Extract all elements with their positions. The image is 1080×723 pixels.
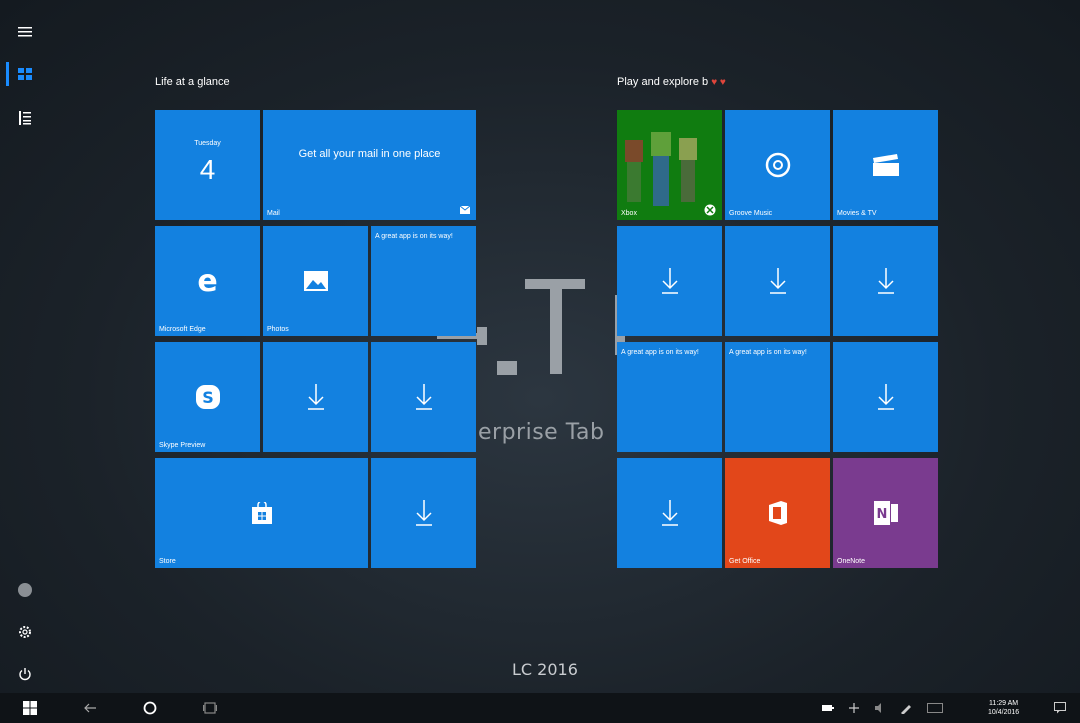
download-arrow-icon [661,500,678,526]
background-year: LC 2016 [512,660,578,679]
network-icon[interactable] [844,693,864,723]
back-arrow-icon[interactable] [78,693,102,723]
volume-icon[interactable] [870,693,890,723]
downloading-tile[interactable] [371,342,476,452]
group-title-play-text: Play and explore b [617,76,709,88]
groove-music-tile[interactable]: Groove Music [725,110,830,220]
downloading-tile[interactable] [833,342,938,452]
edge-icon: e [197,263,218,299]
get-office-tile[interactable]: Get Office [725,458,830,568]
photos-tile[interactable]: Photos [263,226,368,336]
skype-icon: S [195,385,220,409]
cortana-search-icon[interactable] [138,693,162,723]
placeholder-note: A great app is on its way! [729,349,807,356]
store-bag-icon [251,502,272,524]
photos-icon [303,271,328,291]
keyboard-icon[interactable] [922,693,948,723]
office-logo-icon [768,501,787,525]
taskbar: 11:29 AM 10/4/2016 [0,693,1080,723]
skype-tile-label: Skype Preview [159,442,206,449]
movies-tile-label: Movies & TV [837,210,877,217]
mail-icon [460,206,470,214]
download-arrow-icon [877,268,894,294]
office-tile-label: Get Office [729,558,761,565]
download-arrow-icon [415,500,432,526]
onenote-tile-label: OneNote [837,558,866,565]
downloading-tile[interactable] [371,458,476,568]
avatar-circle [18,583,32,597]
placeholder-app-tile[interactable]: A great app is on its way! [617,342,722,452]
action-center-icon[interactable] [1048,693,1072,723]
skype-tile[interactable]: S Skype Preview [155,342,260,452]
user-avatar[interactable] [0,570,50,610]
svg-text:S: S [202,388,214,407]
xbox-tile[interactable]: Xbox [617,110,722,220]
windows-start-icon[interactable] [18,693,42,723]
downloading-tile[interactable] [617,458,722,568]
calendar-tile[interactable]: Tuesday 4 [155,110,260,220]
download-arrow-icon [877,384,894,410]
svg-text:N: N [876,507,887,522]
movies-tv-tile[interactable]: Movies & TV [833,110,938,220]
placeholder-app-tile[interactable]: A great app is on its way! [371,226,476,336]
mail-tile-label: Mail [267,210,280,217]
mail-tile-message: Get all your mail in one place [298,148,441,160]
hamburger-menu-icon[interactable] [0,12,50,52]
store-tile-label: Store [159,558,176,565]
download-arrow-icon [661,268,678,294]
edge-tile[interactable]: e Microsoft Edge [155,226,260,336]
groove-tile-label: Groove Music [729,210,773,217]
emoji-icon: ♥ ♥ [711,77,726,88]
onenote-logo-icon: N [873,501,898,525]
downloading-tile[interactable] [833,226,938,336]
calendar-day: Tuesday [194,140,221,147]
download-arrow-icon [415,384,432,410]
background-text: erprise Tab [478,420,605,445]
clock-date: 10/4/2016 [988,709,1020,716]
mail-tile[interactable]: Get all your mail in one place Mail [263,110,476,220]
placeholder-note: A great app is on its way! [375,233,453,240]
download-arrow-icon [769,268,786,294]
settings-gear-icon[interactable] [0,612,50,652]
downloading-tile[interactable] [263,342,368,452]
pen-icon[interactable] [896,693,916,723]
clapperboard-icon [872,154,899,176]
store-tile[interactable]: Store [155,458,368,568]
edge-tile-label: Microsoft Edge [159,326,206,333]
power-icon[interactable] [0,654,50,694]
clock[interactable]: 11:29 AM 10/4/2016 [988,699,1019,717]
all-tiles-icon[interactable] [0,54,50,94]
clock-time: 11:29 AM [989,700,1019,707]
download-arrow-icon [307,384,324,410]
group-title-play[interactable]: Play and explore b ♥ ♥ [617,76,726,88]
battery-icon[interactable] [818,693,838,723]
calendar-date-number: 4 [199,154,216,185]
photos-tile-label: Photos [267,326,289,333]
all-apps-list-icon[interactable] [0,98,50,138]
group-title-life[interactable]: Life at a glance [155,76,230,88]
xbox-logo-icon [704,204,716,216]
task-view-icon[interactable] [198,693,222,723]
onenote-tile[interactable]: N OneNote [833,458,938,568]
downloading-tile[interactable] [725,226,830,336]
xbox-tile-label: Xbox [621,210,637,217]
placeholder-app-tile[interactable]: A great app is on its way! [725,342,830,452]
start-left-rail [0,8,50,688]
placeholder-note: A great app is on its way! [621,349,699,356]
downloading-tile[interactable] [617,226,722,336]
groove-music-icon [765,152,790,178]
